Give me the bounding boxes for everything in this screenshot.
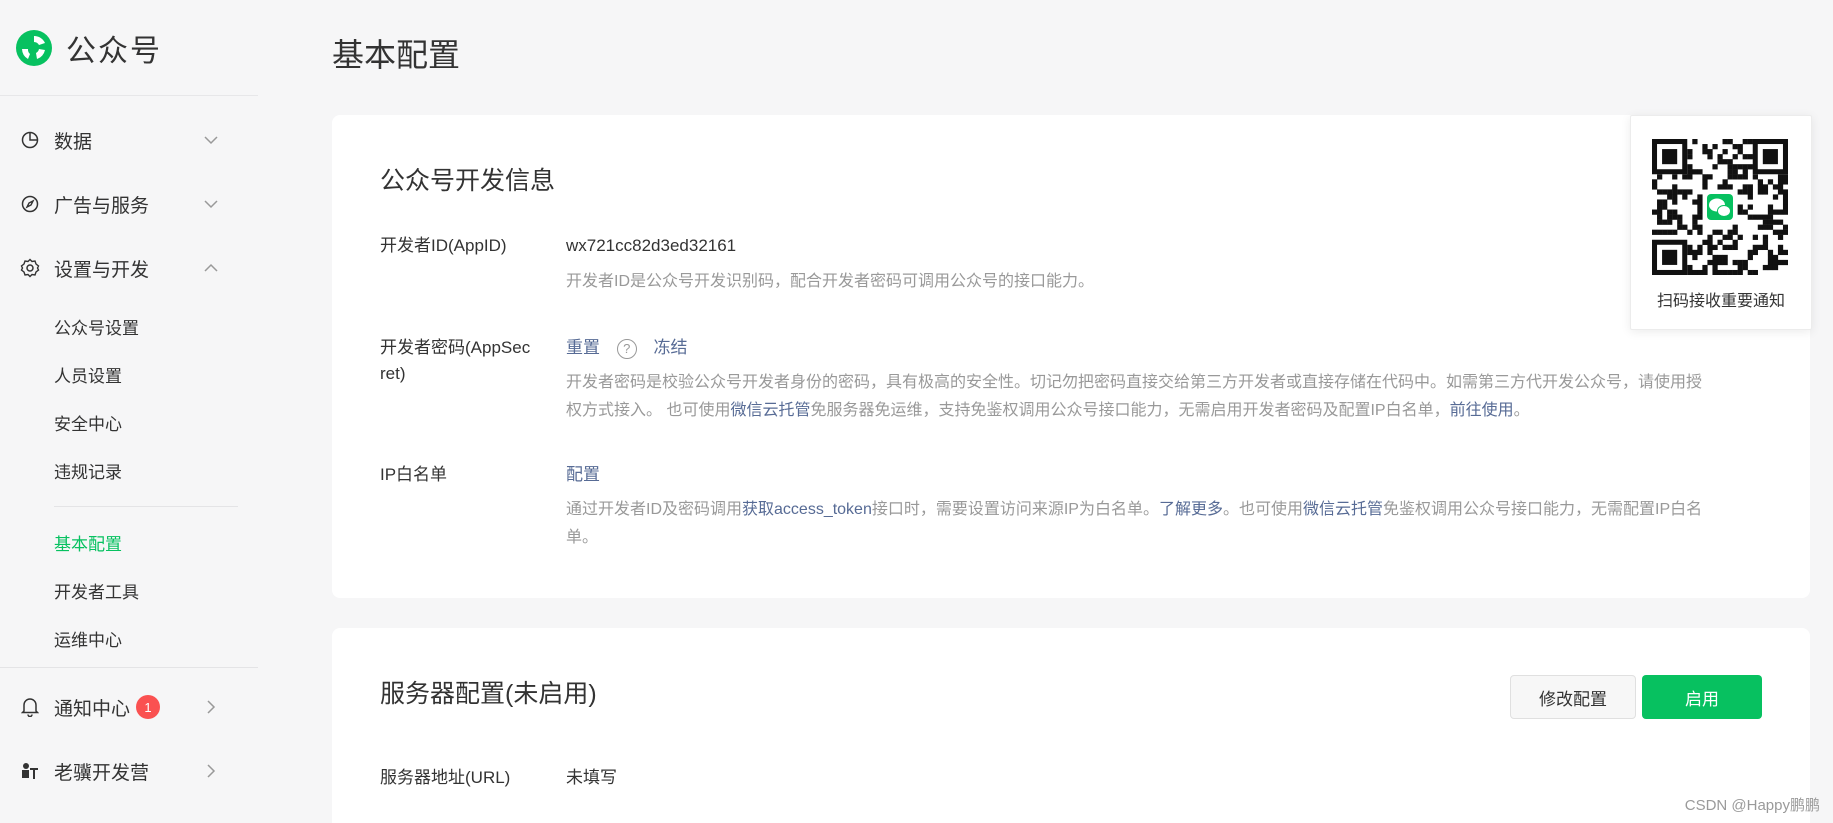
ip-whitelist-label: IP白名单 xyxy=(380,465,448,484)
sidebar-item-camp[interactable]: 老骥开发营 xyxy=(0,739,258,803)
sidebar-item-label: 老骥开发营 xyxy=(54,762,150,784)
access-token-link[interactable]: 获取access_token xyxy=(742,501,872,518)
secret-label-line2: ret) xyxy=(380,364,406,383)
desc-text: 免服务器免运维，支持免鉴权调用公众号接口能力，无需启用开发者密码及配置IP白名单… xyxy=(810,402,1450,419)
sidebar-item-ads[interactable]: 广告与服务 xyxy=(0,172,258,236)
learn-more-link[interactable]: 了解更多 xyxy=(1159,501,1223,518)
sidebar-divider xyxy=(54,506,238,507)
gear-icon xyxy=(20,258,40,278)
ip-desc-line2: 单。 xyxy=(566,529,599,546)
ip-desc-line1: 通过开发者ID及密码调用获取access_token接口时，需要设置访问来源IP… xyxy=(566,496,1766,524)
ip-config-link[interactable]: 配置 xyxy=(566,465,600,484)
wechat-official-logo-icon xyxy=(16,29,52,66)
sidebar-item-data[interactable]: 数据 xyxy=(0,108,258,172)
user-desk-icon xyxy=(20,761,40,781)
sidebar-item-account-settings[interactable]: 公众号设置 xyxy=(54,314,139,339)
freeze-link[interactable]: 冻结 xyxy=(653,338,687,357)
chevron-down-icon xyxy=(204,200,218,209)
brand[interactable]: 公众号 xyxy=(0,0,258,96)
sidebar-item-label: 通知中心 xyxy=(54,698,131,720)
watermark: CSDN @Happy鹏鹏 xyxy=(1684,797,1820,814)
help-icon[interactable]: ? xyxy=(616,338,637,359)
wechat-cloud-hosting-link[interactable]: 微信云托管 xyxy=(1303,501,1383,518)
sidebar-item-ops-center[interactable]: 运维中心 xyxy=(54,626,122,651)
desc-text: 权方式接入。 也可使用 xyxy=(566,402,731,419)
notification-badge: 1 xyxy=(136,695,161,719)
wechat-cloud-hosting-link[interactable]: 微信云托管 xyxy=(730,402,810,419)
qr-caption: 扫码接收重要通知 xyxy=(1656,293,1785,310)
compass-icon xyxy=(20,194,40,214)
sidebar-item-notify[interactable]: 通知中心 1 xyxy=(0,675,258,739)
sidebar-item-basic-config[interactable]: 基本配置 xyxy=(54,530,122,555)
reset-link[interactable]: 重置 xyxy=(566,338,600,357)
section-title: 公众号开发信息 xyxy=(380,167,556,195)
pie-chart-icon xyxy=(20,130,40,150)
chevron-down-icon xyxy=(204,136,218,145)
server-config-card: 服务器配置(未启用) 修改配置 启用 服务器地址(URL) 未填写 xyxy=(332,628,1810,823)
secret-label-line1: 开发者密码(AppSec xyxy=(380,338,531,357)
sidebar-item-dev-tools[interactable]: 开发者工具 xyxy=(54,578,139,603)
chevron-right-icon xyxy=(207,700,216,714)
secret-actions: 重置 ? 冻结 xyxy=(566,335,687,361)
desc-text: 。 xyxy=(1513,402,1530,419)
enable-button[interactable]: 启用 xyxy=(1642,675,1762,719)
bell-icon xyxy=(20,697,40,717)
chevron-right-icon xyxy=(207,764,216,778)
secret-desc: 开发者密码是校验公众号开发者身份的密码，具有极高的安全性。切记勿把密码直接交给第… xyxy=(566,369,1766,425)
ip-desc: 通过开发者ID及密码调用获取access_token接口时，需要设置访问来源IP… xyxy=(566,496,1766,552)
sidebar-divider xyxy=(0,667,258,668)
qr-notify-popup: 扫码接收重要通知 xyxy=(1630,115,1812,330)
desc-text: 。也可使用 xyxy=(1223,501,1304,518)
sidebar-item-staff-settings[interactable]: 人员设置 xyxy=(54,362,122,387)
sidebar-item-security-center[interactable]: 安全中心 xyxy=(54,410,122,435)
ip-config-link-wrap: 配置 xyxy=(566,462,600,488)
secret-label: 开发者密码(AppSec ret) xyxy=(380,335,530,387)
sidebar: 公众号 数据 广告与服务 设置与开发 公众号设置 人员设置 安全中心 违规记录 … xyxy=(0,0,258,823)
server-url-label: 服务器地址(URL) xyxy=(380,768,511,787)
modify-config-button[interactable]: 修改配置 xyxy=(1510,675,1636,719)
dev-info-card: 公众号开发信息 开发者ID(AppID) wx721cc82d3ed32161 … xyxy=(332,115,1810,598)
sidebar-item-violation-records[interactable]: 违规记录 xyxy=(54,458,122,483)
go-use-link[interactable]: 前往使用 xyxy=(1450,402,1514,419)
secret-desc-line1: 开发者密码是校验公众号开发者身份的密码，具有极高的安全性。切记勿把密码直接交给第… xyxy=(566,374,1703,391)
desc-text: 通过开发者ID及密码调用 xyxy=(566,501,743,518)
appid-value: wx721cc82d3ed32161 xyxy=(566,236,737,255)
page-title: 基本配置 xyxy=(332,37,461,73)
appid-label: 开发者ID(AppID) xyxy=(380,236,507,255)
desc-text: 接口时，需要设置访问来源IP为白名单。 xyxy=(871,501,1159,518)
secret-desc-line2: 权方式接入。 也可使用微信云托管免服务器免运维，支持免鉴权调用公众号接口能力，无… xyxy=(566,397,1766,425)
sidebar-item-label: 广告与服务 xyxy=(54,195,150,217)
server-url-value: 未填写 xyxy=(566,768,617,787)
chevron-up-icon xyxy=(204,263,218,272)
sidebar-item-label: 设置与开发 xyxy=(54,259,150,281)
desc-text: 免鉴权调用公众号接口能力，无需配置IP白名 xyxy=(1383,501,1703,518)
appid-desc: 开发者ID是公众号开发识别码，配合开发者密码可调用公众号的接口能力。 xyxy=(566,273,1095,290)
sidebar-item-label: 数据 xyxy=(54,131,93,153)
section-title: 服务器配置(未启用) xyxy=(380,680,597,708)
qr-code-icon xyxy=(1652,139,1788,275)
sidebar-item-settings[interactable]: 设置与开发 xyxy=(0,236,258,300)
brand-name: 公众号 xyxy=(66,34,162,68)
